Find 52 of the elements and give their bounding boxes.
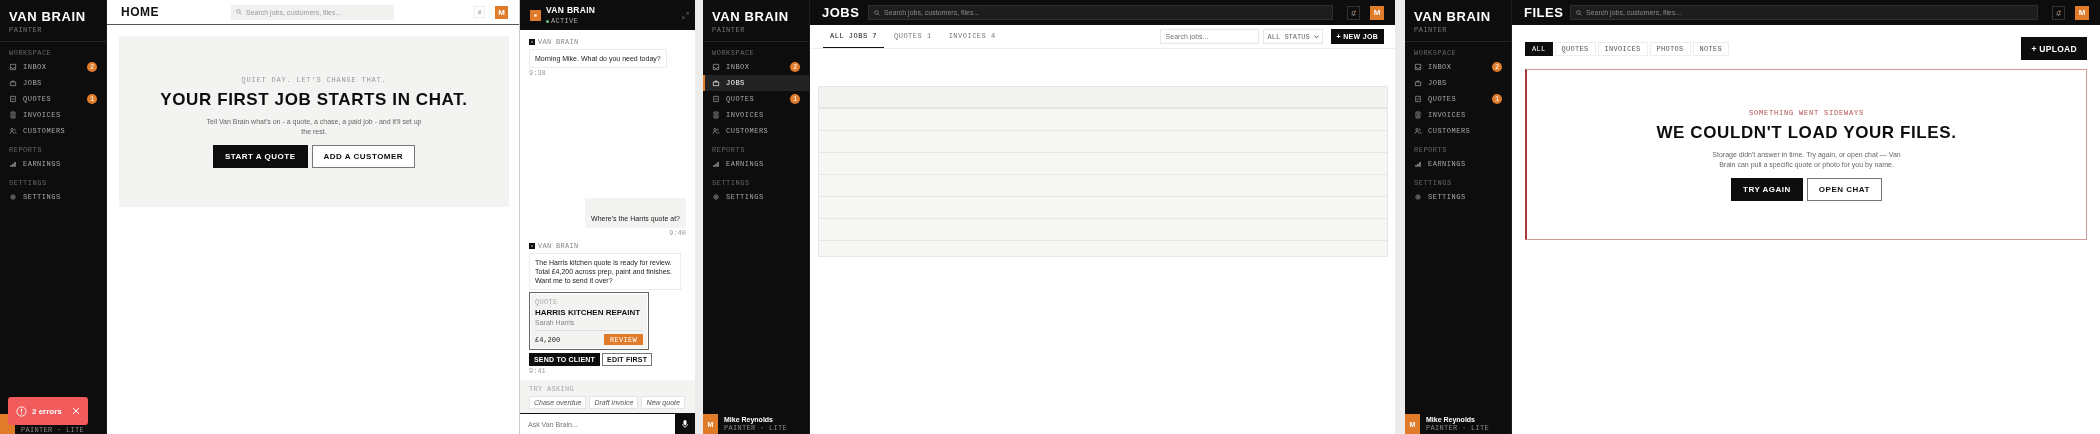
mic-button[interactable] — [675, 414, 695, 434]
search-icon — [1576, 9, 1582, 16]
settings-icon — [712, 193, 720, 201]
inbox-icon — [9, 63, 17, 71]
close-button[interactable] — [72, 407, 80, 415]
alert-icon — [16, 405, 27, 417]
search-icon — [236, 9, 242, 15]
checklist-icon — [1414, 95, 1422, 103]
toast-text: 2 errors — [32, 406, 62, 416]
settings-icon — [9, 193, 17, 201]
primary-button[interactable]: START A QUOTE — [212, 144, 308, 168]
assistant-avatar-icon — [529, 243, 535, 249]
checklist-icon — [9, 95, 17, 103]
close-icon — [72, 407, 80, 415]
assistant-avatar-icon — [530, 9, 541, 21]
page-title: JOBS — [822, 5, 861, 20]
briefcase-icon — [1414, 79, 1422, 87]
page-title: HOME — [121, 5, 160, 19]
bell-icon[interactable] — [2052, 5, 2065, 20]
settings-icon — [1414, 193, 1422, 201]
bar-chart-icon — [9, 160, 17, 168]
document-icon — [712, 111, 720, 119]
search-icon — [874, 9, 880, 16]
secondary-button[interactable]: OPEN CHAT — [1806, 177, 1882, 201]
people-icon — [9, 127, 17, 135]
people-icon — [1414, 127, 1422, 135]
expand-icon[interactable] — [682, 11, 689, 19]
briefcase-icon — [712, 79, 720, 87]
page-title: FILES — [1524, 5, 1565, 20]
assistant-avatar-icon — [529, 39, 535, 45]
chevron-icon — [1313, 34, 1319, 39]
hero-heading: YOUR FIRST JOB STARTS IN CHAT. — [160, 89, 468, 110]
checklist-icon — [712, 95, 720, 103]
secondary-button[interactable]: ADD A CUSTOMER — [311, 144, 416, 168]
people-icon — [712, 127, 720, 135]
chat-title: VAN BRAIN — [546, 5, 596, 15]
bell-icon[interactable] — [1347, 5, 1360, 20]
document-icon — [1414, 111, 1422, 119]
brand-name: VAN BRAIN — [712, 9, 789, 24]
primary-button[interactable]: TRY AGAIN — [1731, 177, 1803, 201]
microphone-icon — [682, 420, 688, 428]
upload-button[interactable]: + UPLOAD — [2021, 37, 2087, 60]
inbox-icon — [1414, 63, 1422, 71]
bar-chart-icon — [712, 160, 720, 168]
briefcase-icon — [9, 79, 17, 87]
error-heading: WE COULDN'T LOAD YOUR FILES. — [1656, 122, 1957, 143]
brand-name: VAN BRAIN — [9, 9, 86, 24]
quote-title: HARRIS KITCHEN REPAINT — [535, 308, 641, 317]
brand-name: VAN BRAIN — [1414, 9, 1491, 24]
document-icon — [9, 111, 17, 119]
bar-chart-icon — [1414, 160, 1422, 168]
inbox-icon — [712, 63, 720, 71]
